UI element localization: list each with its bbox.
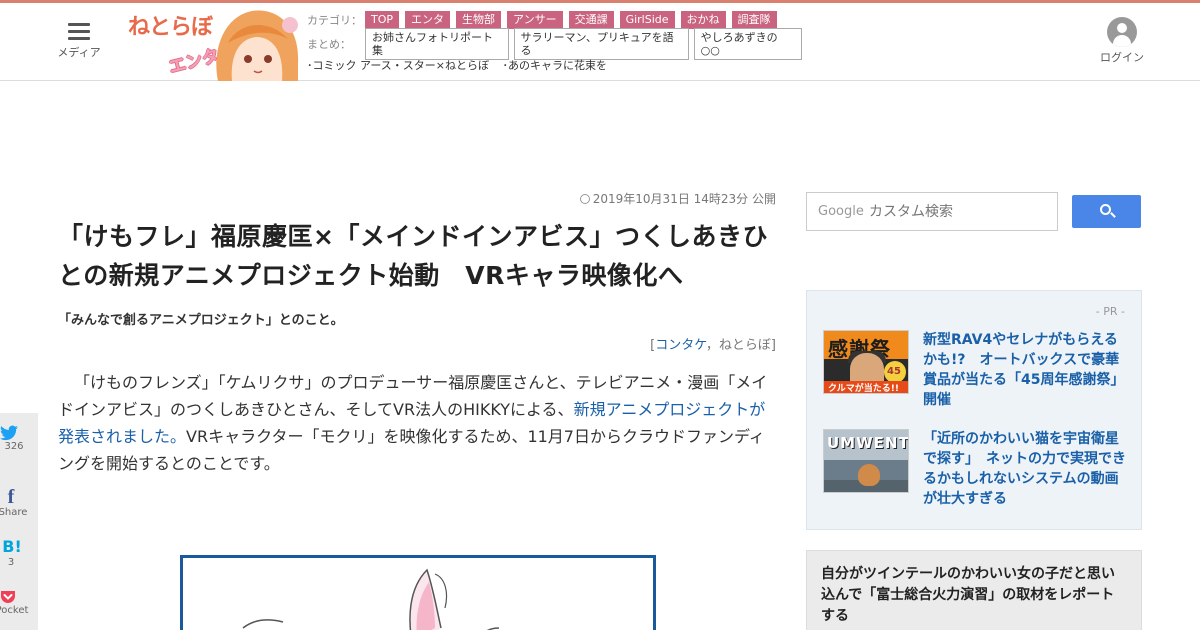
category-tag-enta[interactable]: エンタ (405, 11, 451, 29)
category-tag-top[interactable]: TOP (365, 11, 400, 29)
login-label: ログイン (1100, 51, 1144, 64)
facebook-share-button[interactable]: f Share (0, 475, 38, 525)
hamburger-icon (68, 23, 90, 40)
user-avatar-icon (1107, 17, 1137, 47)
sidebar-article-card[interactable]: 自分がツインテールのかわいい女の子だと思い込んで「富士総合火力演習」の取材をレポ… (806, 550, 1142, 630)
category-tag-answer[interactable]: アンサー (507, 11, 563, 29)
category-nav: カテゴリ： TOP エンタ 生物部 アンサー 交通課 GirlSide おかね … (307, 9, 807, 73)
pr-item-autobacs[interactable]: 感謝祭 45 クルマが当たる!! 新型RAV4やセレナがもらえるかも!? オート… (823, 330, 1129, 410)
twitter-share-count: 326 (4, 441, 24, 452)
category-tag-okane[interactable]: おかね (680, 11, 726, 29)
article-body-paragraph: 「けものフレンズ」「ケムリクサ」のプロデューサー福原慶匡さんと、テレビアニメ・漫… (58, 373, 768, 473)
pr-label: - PR - (1095, 305, 1125, 318)
login-button[interactable]: ログイン (1098, 17, 1146, 65)
category-tag-kotsu[interactable]: 交通課 (568, 11, 614, 29)
twitter-bird-icon (0, 425, 18, 441)
hatena-bookmark-icon: B! (2, 537, 22, 556)
sublink-comic-earthstar[interactable]: ･コミック アース・スター×ねとらぼ (307, 59, 489, 72)
sublink-hanataba[interactable]: ･あのキャラに花束を (503, 59, 608, 72)
clock-icon (579, 194, 590, 204)
sidebar-article-title[interactable]: 自分がツインテールのかわいい女の子だと思い込んで「富士総合火力演習」の取材をレポ… (807, 551, 1141, 630)
search-input[interactable] (869, 197, 1053, 227)
article-title: 「けもフレ」福原慶匡×「メインドインアビス」つくしあきひとの新規アニメプロジェク… (58, 222, 768, 290)
media-menu-label: メディア (57, 46, 101, 59)
matome-label: まとめ： (307, 38, 351, 51)
matome-tag-onesan[interactable]: お姉さんフォトリポート集 (365, 28, 509, 60)
hatena-bookmark-count: 3 (7, 557, 15, 568)
article: 2019年10月31日 14時23分 公開 「けもフレ」福原慶匡×「メインドイン… (58, 190, 776, 630)
pocket-icon (1, 591, 15, 603)
article-lead: 「みんなで創るアニメプロジェクト」とのこと。 (58, 313, 344, 328)
pr-item-title[interactable]: 新型RAV4やセレナがもらえるかも!? オートバックスで豪華賞品が当たる「45周… (923, 330, 1129, 410)
category-label: カテゴリ： (307, 14, 362, 27)
publish-date: 2019年10月31日 14時23分 公開 (58, 190, 776, 207)
facebook-share-label: Share (0, 507, 28, 518)
category-tag-girlside[interactable]: GirlSide (619, 11, 675, 29)
logo-character-icon (216, 10, 299, 81)
character-illustration (242, 568, 500, 630)
social-share-bar: 326 f Share B! 3 Pocket (0, 413, 38, 630)
article-credit: [コンタケ，ねとらぼ] (650, 338, 776, 353)
pr-thumbnail-autobacs[interactable]: 感謝祭 45 クルマが当たる!! (823, 330, 909, 394)
twitter-share-button[interactable]: 326 (0, 425, 38, 475)
site-name: ねとらぼ (718, 338, 771, 353)
article-main-image[interactable] (180, 555, 656, 630)
site-logo[interactable]: ねとらぼ エンタ (126, 3, 302, 81)
matome-tag-yashiro[interactable]: やしろあずきの○○ (693, 28, 802, 60)
pocket-save-button[interactable]: Pocket (0, 589, 38, 630)
hatena-bookmark-button[interactable]: B! 3 (0, 525, 38, 575)
pr-sidebar-box: - PR - 感謝祭 45 クルマが当たる!! 新型RAV4やセレナがもらえるか… (806, 290, 1142, 530)
facebook-icon: f (7, 486, 15, 508)
category-tag-seibutsu[interactable]: 生物部 (456, 11, 502, 29)
pr-item-satellite-cat[interactable]: UMWENTO 「近所のかわいい猫を宇宙衛星で探す」 ネットの力で実現できるかも… (823, 429, 1129, 509)
custom-search-box: Google (806, 192, 1058, 231)
logo-text-main: ねとらぼ (128, 15, 213, 40)
google-label: Google (818, 204, 864, 219)
pr-thumbnail-satellite-cat[interactable]: UMWENTO (823, 429, 909, 493)
category-tag-chosatai[interactable]: 調査隊 (731, 11, 777, 29)
search-button[interactable] (1072, 195, 1141, 228)
pocket-label: Pocket (0, 605, 29, 616)
site-header: メディア ねとらぼ エンタ カテゴリ： TOP エンタ 生物部 アンサー 交通課… (0, 3, 1200, 81)
matome-tag-precure[interactable]: サラリーマン、プリキュアを語る (513, 28, 689, 60)
pr-item-title[interactable]: 「近所のかわいい猫を宇宙衛星で探す」 ネットの力で実現できるかもしれないシステム… (923, 429, 1129, 509)
author-link[interactable]: コンタケ (655, 338, 706, 353)
media-menu-button[interactable]: メディア (54, 21, 104, 67)
